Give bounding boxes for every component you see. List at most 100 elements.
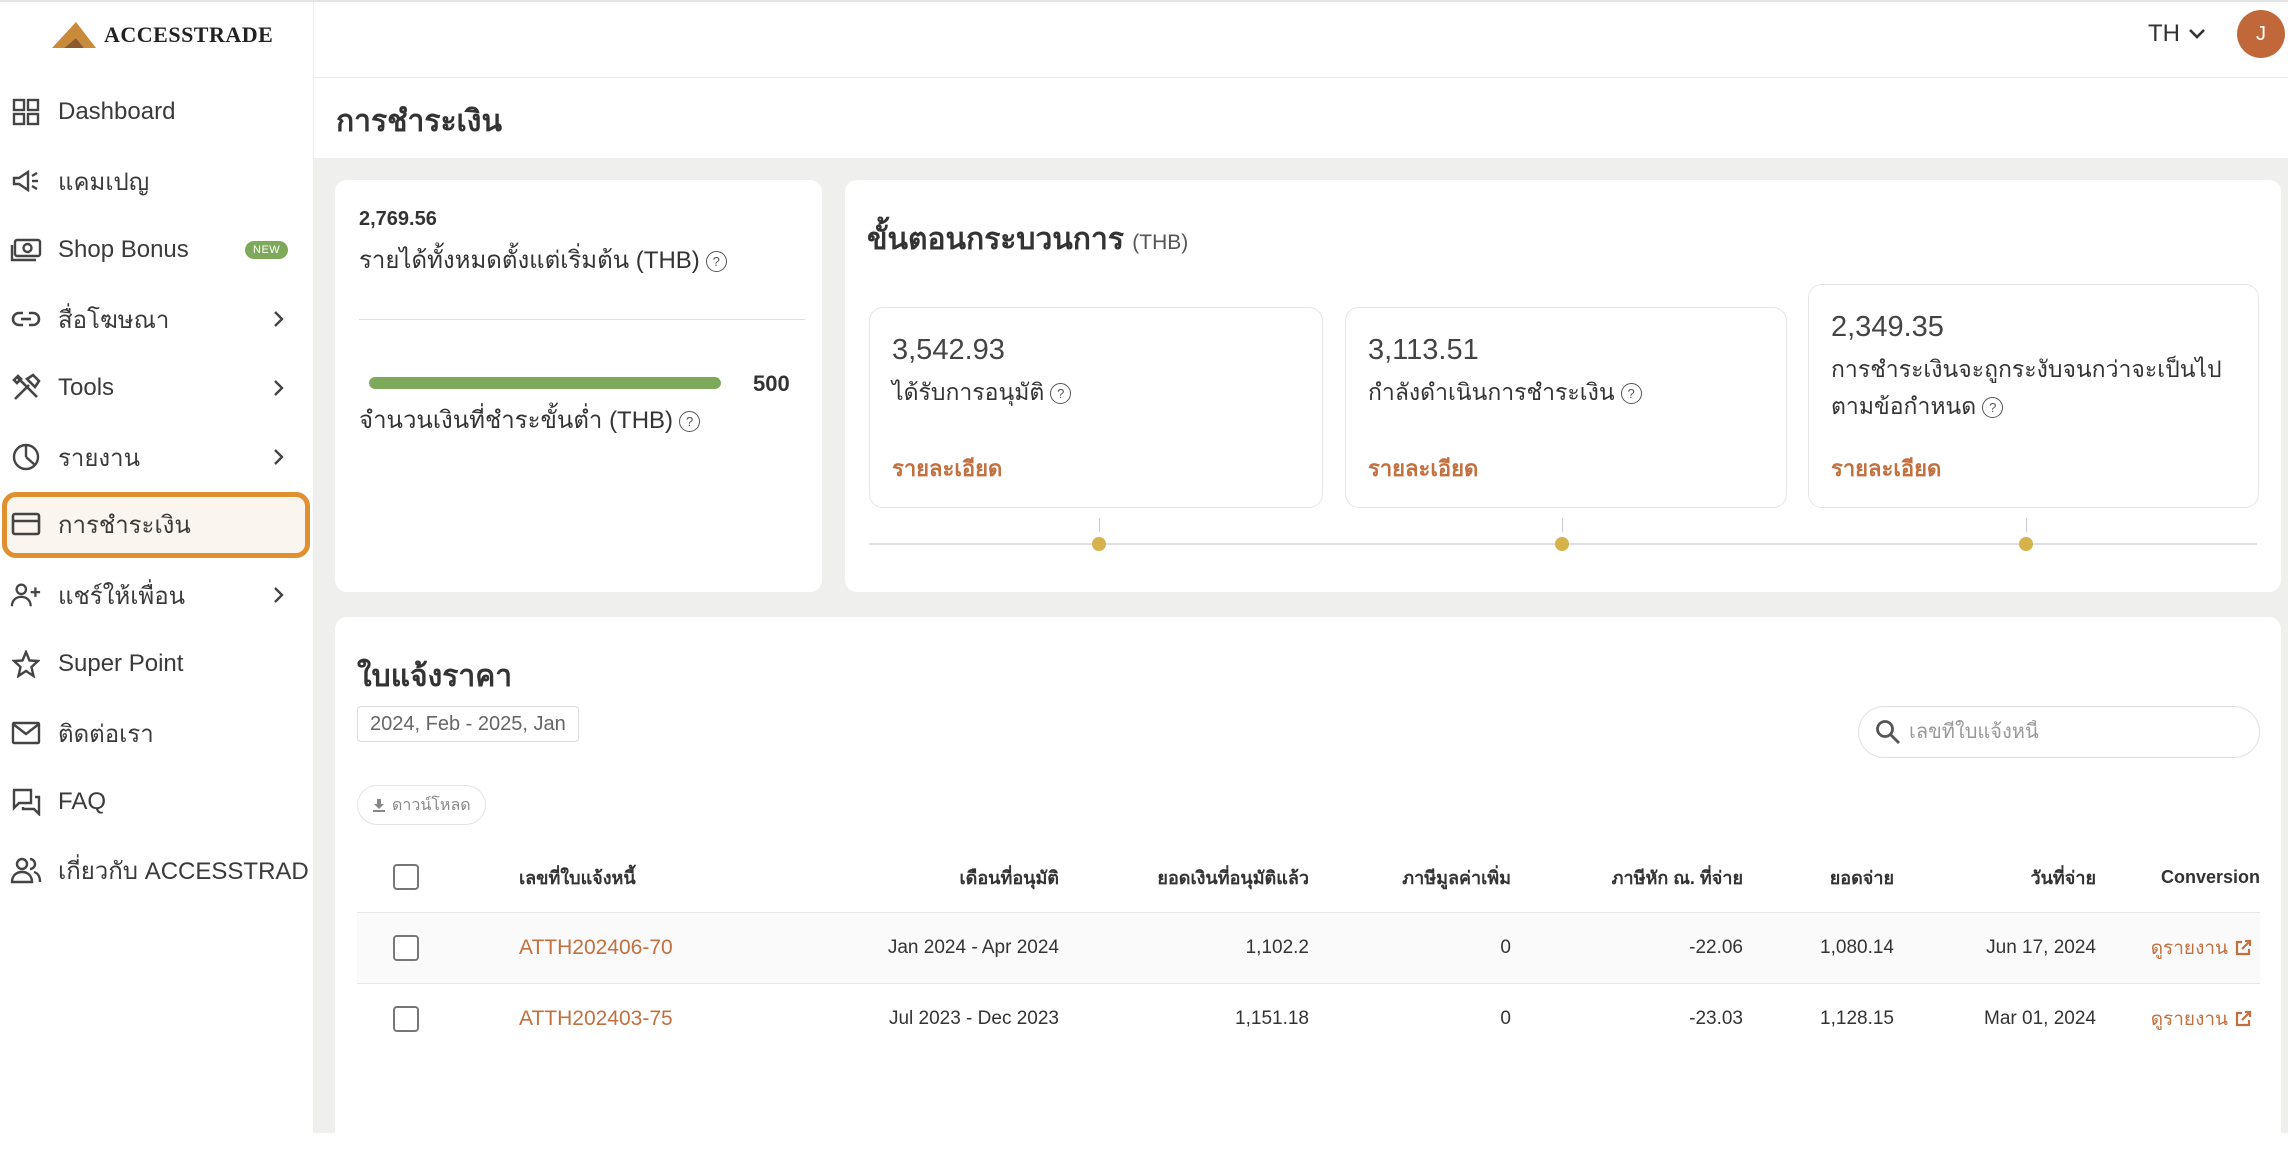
date-range-picker[interactable]: 2024, Feb - 2025, Jan — [357, 706, 579, 742]
link-icon — [10, 303, 42, 335]
min-payment-label-text: จำนวนเงินที่ชำระขั้นต่ำ (THB) — [359, 407, 674, 434]
withholding-tax-cell: -22.06 — [1689, 937, 1743, 958]
sidebar-item-about[interactable]: เกี่ยวกับ ACCESSTRAD — [0, 840, 313, 900]
download-label: ดาวน์โหลด — [392, 796, 471, 814]
sidebar-item-campaign[interactable]: แคมเปญ — [0, 151, 313, 211]
timeline-tick — [1562, 518, 1563, 532]
row-checkbox[interactable] — [393, 1006, 419, 1032]
column-header[interactable]: เดือนที่อนุมัติ — [737, 842, 1060, 912]
sidebar-item-dashboard[interactable]: Dashboard — [0, 82, 313, 142]
column-header[interactable]: ยอดจ่าย — [1747, 842, 1894, 912]
invoice-title: ใบแจ้งราคา — [357, 660, 513, 693]
language-selector[interactable]: TH — [2148, 20, 2206, 48]
search-input[interactable] — [1907, 719, 2241, 745]
money-icon — [10, 234, 42, 266]
sidebar-item-label: แคมเปญ — [58, 168, 150, 196]
details-link[interactable]: รายละเอียด — [892, 451, 1002, 486]
conversion-cell: ดูรายงาน — [2102, 984, 2252, 1054]
details-link[interactable]: รายละเอียด — [1831, 451, 1941, 486]
step-label-text: ได้รับการอนุมัติ — [892, 379, 1045, 405]
step-label-text: กำลังดำเนินการชำระเงิน — [1368, 379, 1615, 405]
approval-month-cell: Jan 2024 - Apr 2024 — [887, 937, 1059, 958]
sidebar-item-super-point[interactable]: Super Point — [0, 634, 313, 694]
add-user-icon — [10, 579, 42, 611]
invoice-search[interactable] — [1858, 706, 2260, 758]
column-header[interactable]: Conversion — [2102, 842, 2260, 912]
content-area: 2,769.56 รายได้ทั้งหมดตั้งแต่เริ่มต้น (T… — [314, 158, 2288, 1157]
step-amount: 2,349.35 — [1831, 311, 1944, 343]
min-payment-amount: 500 — [753, 371, 790, 396]
help-icon[interactable]: ? — [1050, 383, 1072, 405]
logo-mark-icon — [52, 22, 96, 48]
view-report-link[interactable]: ดูรายงาน — [2151, 933, 2252, 963]
brand-logo[interactable]: ACCESSTRADE — [50, 20, 273, 50]
row-checkbox[interactable] — [393, 935, 419, 961]
details-link[interactable]: รายละเอียด — [1368, 451, 1478, 486]
total-income-label: รายได้ทั้งหมดตั้งแต่เริ่มต้น (THB)? — [359, 240, 727, 279]
help-icon[interactable]: ? — [679, 411, 701, 433]
chevron-right-icon — [274, 587, 284, 603]
external-link-icon — [2235, 1010, 2252, 1027]
step-amount: 3,542.93 — [892, 334, 1005, 366]
download-icon — [373, 799, 385, 812]
sidebar-item-reports[interactable]: รายงาน — [0, 427, 313, 487]
step-label: กำลังดำเนินการชำระเงิน? — [1368, 374, 1642, 411]
step-on-hold: 2,349.35 การชำระเงินจะถูกระงับจนกว่าจะเป… — [1808, 284, 2259, 508]
invoice-number-link[interactable]: ATTH202403-75 — [519, 1007, 673, 1031]
external-link-icon — [2235, 939, 2252, 956]
paid-amount-cell: 1,080.14 — [1820, 937, 1894, 958]
new-badge: NEW — [245, 241, 289, 259]
megaphone-icon — [10, 165, 42, 197]
sidebar-item-label: Dashboard — [58, 98, 176, 125]
sidebar-item-share[interactable]: แชร์ให้เพื่อน — [0, 565, 313, 625]
help-icon[interactable]: ? — [705, 251, 727, 273]
payment-date-cell: Mar 01, 2024 — [1984, 1008, 2096, 1029]
invoice-card: ใบแจ้งราคา 2024, Feb - 2025, Jan ดาวน์โห… — [335, 617, 2281, 1157]
sidebar-item-contact[interactable]: ติดต่อเรา — [0, 703, 313, 763]
view-report-label: ดูรายงาน — [2150, 1009, 2228, 1030]
chevron-right-icon — [274, 449, 284, 465]
total-income-value: 2,769.56 — [359, 208, 437, 230]
timeline-dot — [1092, 537, 1106, 551]
chevron-down-icon — [2189, 29, 2205, 39]
logo-text: ACCESSTRADE — [104, 22, 274, 47]
view-report-label: ดูรายงาน — [2150, 938, 2228, 959]
sidebar-item-label: สื่อโฆษณา — [58, 306, 170, 334]
sidebar-item-tools[interactable]: Tools — [0, 358, 313, 418]
step-amount: 3,113.51 — [1368, 334, 1479, 366]
step-label: การชำระเงินจะถูกระงับจนกว่าจะเป็นไป ตามข… — [1831, 351, 2222, 425]
column-header[interactable]: ภาษีหัก ณ. ที่จ่าย — [1517, 842, 1743, 912]
dashboard-grid-icon — [10, 96, 42, 128]
select-all-checkbox[interactable] — [393, 864, 419, 890]
invoice-number-cell: ATTH202406-70 — [519, 913, 673, 983]
sidebar-item-faq[interactable]: FAQ — [0, 772, 313, 832]
sidebar-item-label: Tools — [58, 374, 115, 401]
column-header[interactable]: ยอดเงินที่อนุมัติแล้ว — [1077, 842, 1309, 912]
process-card: ขั้นตอนกระบวนการ (THB) 3,542.93 ได้รับกา… — [845, 180, 2281, 592]
total-income-card: 2,769.56 รายได้ทั้งหมดตั้งแต่เริ่มต้น (T… — [335, 180, 822, 592]
withholding-tax-cell: -23.03 — [1689, 1008, 1743, 1029]
download-button[interactable]: ดาวน์โหลด — [357, 785, 486, 825]
sidebar-item-label: เกี่ยวกับ ACCESSTRAD — [58, 857, 309, 885]
invoice-number-link[interactable]: ATTH202406-70 — [519, 936, 673, 960]
row-select-cell — [393, 913, 423, 983]
sidebar-item-ads[interactable]: สื่อโฆษณา — [0, 289, 313, 349]
invoice-table: เลขที่ใบแจ้งหนี้ เดือนที่อนุมัติ ยอดเงิน… — [357, 842, 2260, 1054]
step-label-text: ตามข้อกำหนด — [1831, 393, 1977, 419]
avatar[interactable]: J — [2237, 10, 2285, 58]
timeline-dot — [1555, 537, 1569, 551]
sidebar-item-payment[interactable]: การชำระเงิน — [0, 494, 313, 554]
sidebar-item-shop-bonus[interactable]: Shop Bonus NEW — [0, 220, 313, 280]
view-report-link[interactable]: ดูรายงาน — [2151, 1004, 2252, 1034]
column-header[interactable]: ภาษีมูลค่าเพิ่ม — [1317, 842, 1511, 912]
help-icon[interactable]: ? — [1982, 397, 2004, 419]
step-approved: 3,542.93 ได้รับการอนุมัติ? รายละเอียด — [869, 307, 1323, 508]
help-icon[interactable]: ? — [1620, 383, 1642, 405]
vat-cell: 0 — [1500, 1008, 1511, 1029]
sidebar-item-label: การชำระเงิน — [58, 511, 191, 539]
column-header[interactable]: เลขที่ใบแจ้งหนี้ — [519, 842, 636, 912]
column-header[interactable]: วันที่จ่าย — [1902, 842, 2096, 912]
timeline-tick — [2026, 518, 2027, 532]
step-label: ได้รับการอนุมัติ? — [892, 374, 1072, 411]
step-label-line: การชำระเงินจะถูกระงับจนกว่าจะเป็นไป — [1831, 356, 2222, 382]
